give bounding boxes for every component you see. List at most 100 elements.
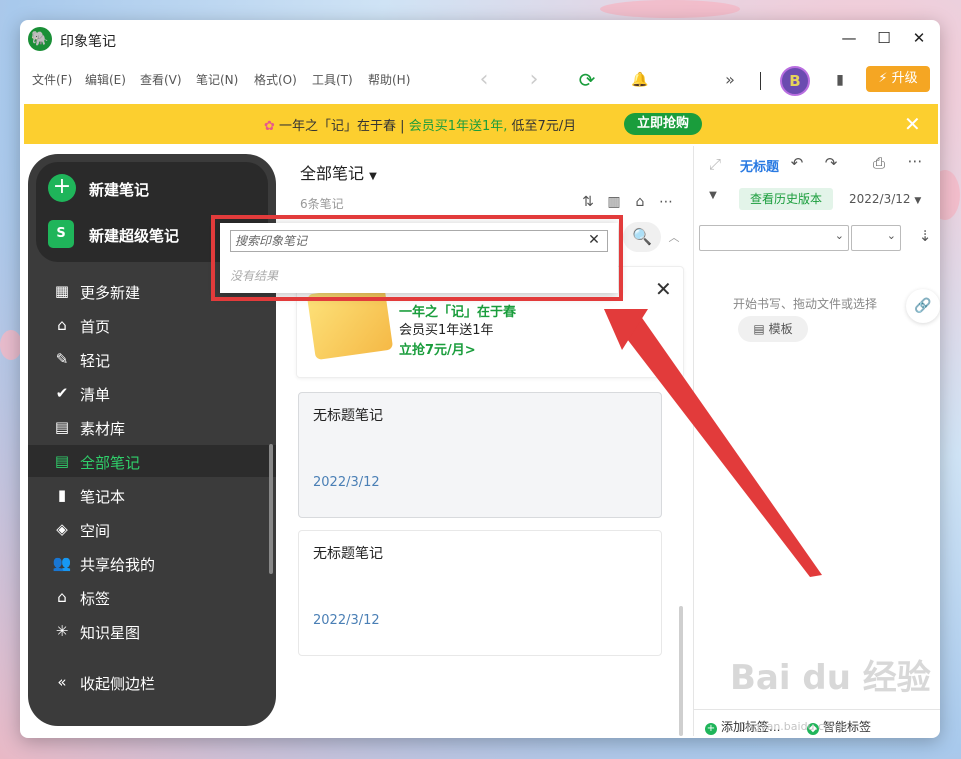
sidebar-item-quick-note[interactable]: ✎ 轻记 <box>28 343 276 375</box>
sidebar-item-label: 清单 <box>80 386 111 404</box>
view-history-button[interactable]: 查看历史版本 <box>739 188 833 210</box>
tag-icon: ⌂ <box>57 588 67 606</box>
note-date: 2022/3/12 <box>313 475 380 490</box>
sidebar-item-label: 标签 <box>80 590 111 608</box>
notebook-icon: ▮ <box>57 486 67 504</box>
expand-icon[interactable]: ⤢ <box>705 155 725 173</box>
elephant-logo-icon: 🐘 <box>28 27 52 51</box>
menu-format[interactable]: 格式(O) <box>254 71 297 88</box>
editor-note-title[interactable]: 无标题 <box>740 156 779 175</box>
more-chevron-icon[interactable]: » <box>718 68 742 92</box>
sidebar-scrollbar[interactable] <box>269 444 273 574</box>
menu-help[interactable]: 帮助(H) <box>368 71 410 88</box>
smart-tag-button[interactable]: ◆ 智能标签 <box>807 718 871 735</box>
note-card[interactable]: 无标题笔记 2022/3/12 <box>298 392 662 518</box>
smart-tag-icon: ◆ <box>807 723 819 735</box>
bell-icon[interactable]: 🔔 <box>628 68 652 92</box>
promo-banner: ✿ 一年之「记」在于春 | 会员买1年送1年, 低至7元/月 立即抢购 ✕ <box>24 104 938 144</box>
app-window: 🐘 印象笔记 — ☐ ✕ 文件(F) 编辑(E) 查看(V) 笔记(N) 格式(… <box>20 20 940 738</box>
notebook-dropdown-icon[interactable]: ▼ <box>703 190 723 201</box>
sync-icon[interactable]: ⟳ <box>575 68 599 92</box>
chevron-down-icon: ⌄ <box>834 229 844 242</box>
sidebar-item-label: 全部笔记 <box>80 454 141 472</box>
search-input[interactable] <box>230 230 608 252</box>
toolbar-divider <box>760 72 761 90</box>
close-window-button[interactable]: ✕ <box>902 26 936 50</box>
banner-text: ✿ 一年之「记」在于春 | 会员买1年送1年, 低至7元/月 <box>264 115 576 134</box>
banner-text-part2: 会员买1年送1年, <box>408 119 508 134</box>
sidebar-item-label: 轻记 <box>80 352 111 370</box>
back-arrow-icon[interactable]: ‹ <box>472 68 496 92</box>
cube-icon: ◈ <box>56 520 68 538</box>
menu-note[interactable]: 笔记(N) <box>196 71 238 88</box>
sidebar-item-checklist[interactable]: ✔ 清单 <box>28 377 276 409</box>
notebook-icon[interactable]: ▮ <box>828 68 852 92</box>
print-icon[interactable]: ⎙ <box>869 154 889 172</box>
sidebar-item-materials[interactable]: ▤ 素材库 <box>28 411 276 443</box>
forward-arrow-icon[interactable]: › <box>522 68 546 92</box>
sidebar-item-home[interactable]: ⌂ 首页 <box>28 309 276 341</box>
editor-date[interactable]: 2022/3/12 ▼ <box>849 192 921 206</box>
expand-toolbar-icon[interactable]: ⇣ <box>915 227 935 245</box>
search-button[interactable]: 🔍 <box>623 222 661 252</box>
collapse-sidebar-button[interactable]: « 收起侧边栏 <box>28 666 276 698</box>
sidebar-item-spaces[interactable]: ◈ 空间 <box>28 513 276 545</box>
promo-close-icon[interactable]: ✕ <box>655 277 672 301</box>
add-tag-button[interactable]: + 添加标签... <box>705 718 780 735</box>
menu-view[interactable]: 查看(V) <box>140 71 182 88</box>
smart-tag-label: 智能标签 <box>823 720 872 734</box>
template-button[interactable]: ▤ 模板 <box>738 316 808 342</box>
menu-tools[interactable]: 工具(T) <box>312 71 353 88</box>
view-layout-icon[interactable]: ▥ <box>604 192 624 212</box>
avatar[interactable]: B <box>780 66 810 96</box>
editor-footer: + 添加标签... ◆ 智能标签 <box>693 709 940 737</box>
app-title: 印象笔记 <box>60 34 116 50</box>
note-list-scrollbar[interactable] <box>679 606 683 736</box>
sidebar-item-label: 笔记本 <box>80 488 126 506</box>
tag-filter-icon[interactable]: ⌂ <box>630 192 650 212</box>
sidebar-item-tags[interactable]: ⌂ 标签 <box>28 581 276 613</box>
chevron-up-icon[interactable]: ︿ <box>664 228 684 248</box>
sidebar-item-label: 共享给我的 <box>80 556 156 574</box>
sidebar-item-all-notes[interactable]: ▤ 全部笔记 <box>28 445 276 477</box>
super-note-icon: S <box>48 220 74 248</box>
link-icon[interactable]: 🔗 <box>906 289 940 323</box>
undo-icon[interactable]: ↶ <box>787 154 807 172</box>
minimize-button[interactable]: — <box>832 26 866 50</box>
grid-icon: ▦ <box>54 282 70 300</box>
search-popup: ✕ 没有结果 <box>220 223 618 293</box>
note-card[interactable]: 无标题笔记 2022/3/12 <box>298 530 662 656</box>
font-size-select[interactable]: ⌄ <box>851 225 901 251</box>
promo-line2: 会员买1年送1年 <box>399 323 494 338</box>
new-super-note-label: 新建超级笔记 <box>89 227 180 245</box>
sidebar-item-label: 首页 <box>80 318 111 336</box>
collapse-sidebar-label: 收起侧边栏 <box>80 675 156 693</box>
sidebar-item-knowledge-graph[interactable]: ✳ 知识星图 <box>28 615 276 647</box>
clear-search-icon[interactable]: ✕ <box>586 232 602 248</box>
note-list-title[interactable]: 全部笔记 ▼ <box>300 160 377 184</box>
new-note-label: 新建笔记 <box>89 181 150 199</box>
sort-icon[interactable]: ⇅ <box>578 192 598 212</box>
maximize-button[interactable]: ☐ <box>867 26 901 50</box>
menu-edit[interactable]: 编辑(E) <box>85 71 126 88</box>
sidebar-item-notebooks[interactable]: ▮ 笔记本 <box>28 479 276 511</box>
flower-icon: ✿ <box>264 119 275 134</box>
plus-icon: + <box>48 174 76 202</box>
promo-cta-link[interactable]: 立抢7元/月> <box>399 339 476 358</box>
banner-text-part1: 一年之「记」在于春 | <box>279 119 409 134</box>
note-date: 2022/3/12 <box>313 613 380 628</box>
redo-icon[interactable]: ↷ <box>821 154 841 172</box>
banner-close-icon[interactable]: ✕ <box>904 112 921 136</box>
more-options-icon[interactable]: ⋯ <box>905 152 925 170</box>
font-family-select[interactable]: ⌄ <box>699 225 849 251</box>
menu-file[interactable]: 文件(F) <box>32 71 72 88</box>
add-tag-label: 添加标签... <box>721 720 781 734</box>
upgrade-button[interactable]: ⚡ 升级 <box>866 66 930 92</box>
check-circle-icon: ✔ <box>55 384 69 402</box>
editor-placeholder[interactable]: 开始书写、拖动文件或选择 <box>733 295 877 312</box>
more-options-icon[interactable]: ⋯ <box>656 192 676 212</box>
background-petal <box>0 330 22 360</box>
sidebar-item-shared[interactable]: 👥 共享给我的 <box>28 547 276 579</box>
banner-text-part3: 低至7元/月 <box>507 119 577 134</box>
buy-now-button[interactable]: 立即抢购 <box>624 113 702 135</box>
